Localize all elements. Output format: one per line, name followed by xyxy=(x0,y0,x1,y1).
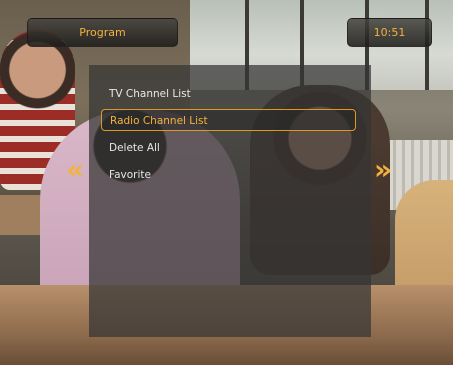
menu-title-bar: Program xyxy=(27,18,178,47)
menu-item-label: Radio Channel List xyxy=(110,115,208,127)
menu-item-label: TV Channel List xyxy=(109,88,191,100)
double-chevron-left-icon[interactable]: « xyxy=(64,155,86,185)
menu-item-label: Delete All xyxy=(109,142,160,154)
menu-item-delete-all[interactable]: Delete All xyxy=(101,137,356,159)
clock: 10:51 xyxy=(373,26,406,39)
left-arrow-glyph: « xyxy=(65,153,85,186)
tv-screen: Program 10:51 « » TV Channel List Radio … xyxy=(0,0,453,365)
menu-panel: TV Channel List Radio Channel List Delet… xyxy=(89,65,371,337)
program-menu: TV Channel List Radio Channel List Delet… xyxy=(89,65,371,337)
menu-item-favorite[interactable]: Favorite xyxy=(101,164,356,186)
menu-title: Program xyxy=(79,26,126,39)
double-chevron-right-icon[interactable]: » xyxy=(372,155,394,185)
right-arrow-glyph: » xyxy=(373,153,393,186)
clock-bar: 10:51 xyxy=(347,18,432,47)
menu-item-radio-channel-list[interactable]: Radio Channel List xyxy=(101,109,356,131)
menu-item-label: Favorite xyxy=(109,169,151,181)
menu-item-tv-channel-list[interactable]: TV Channel List xyxy=(101,83,356,105)
